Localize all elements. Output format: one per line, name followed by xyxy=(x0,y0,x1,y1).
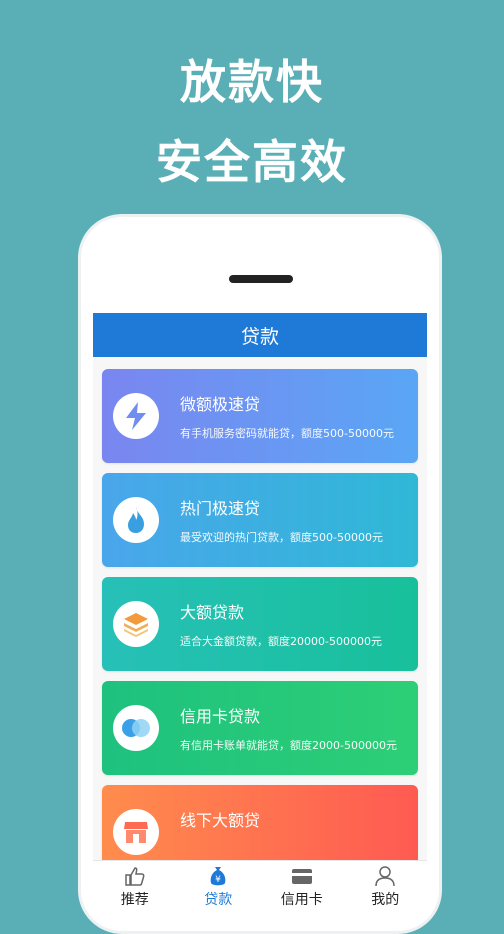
loan-card-large[interactable]: 大额贷款 适合大金额贷款，额度20000-500000元 xyxy=(102,577,418,671)
card-title: 微额极速贷 xyxy=(180,395,261,414)
tab-credit-card[interactable]: 信用卡 xyxy=(260,861,344,913)
yen-bag-icon: ¥ xyxy=(210,867,226,886)
tab-loans[interactable]: ¥ 贷款 xyxy=(177,861,261,913)
tab-mine[interactable]: 我的 xyxy=(344,861,428,913)
credit-card-icon xyxy=(291,869,312,884)
layers-icon xyxy=(113,601,159,647)
tab-label: 我的 xyxy=(371,892,400,908)
loan-card-credit-card[interactable]: 信用卡贷款 有信用卡账单就能贷，额度2000-500000元 xyxy=(102,681,418,775)
bottom-tab-bar: 推荐 ¥ 贷款 信用卡 我的 xyxy=(93,860,427,913)
card-desc: 最受欢迎的热门贷款，额度500-50000元 xyxy=(180,531,383,544)
phone-mockup: 贷款 微额极速贷 有手机服务密码就能贷，额度500-50000元 热门极速贷 最… xyxy=(78,214,442,934)
two-circles-icon xyxy=(113,705,159,751)
flame-icon xyxy=(113,497,159,543)
card-title: 大额贷款 xyxy=(180,603,245,622)
app-header: 贷款 xyxy=(93,313,427,357)
tab-recommend[interactable]: 推荐 xyxy=(93,861,177,913)
tab-label: 贷款 xyxy=(204,892,233,908)
card-desc: 有信用卡账单就能贷，额度2000-500000元 xyxy=(180,739,397,752)
user-icon xyxy=(375,866,395,887)
loan-card-hot[interactable]: 热门极速贷 最受欢迎的热门贷款，额度500-50000元 xyxy=(102,473,418,567)
store-icon xyxy=(113,809,159,855)
tab-label: 推荐 xyxy=(120,892,149,908)
phone-speaker xyxy=(229,275,293,283)
card-title: 线下大额贷 xyxy=(180,811,261,830)
loan-card-micro[interactable]: 微额极速贷 有手机服务密码就能贷，额度500-50000元 xyxy=(102,369,418,463)
loan-list: 微额极速贷 有手机服务密码就能贷，额度500-50000元 热门极速贷 最受欢迎… xyxy=(102,369,418,889)
lightning-icon xyxy=(113,393,159,439)
card-title: 热门极速贷 xyxy=(180,499,261,518)
card-title: 信用卡贷款 xyxy=(180,707,261,726)
headline-line-1: 放款快 xyxy=(180,55,324,109)
card-desc: 有手机服务密码就能贷，额度500-50000元 xyxy=(180,427,394,440)
svg-text:¥: ¥ xyxy=(215,875,221,885)
page-title: 贷款 xyxy=(240,325,279,348)
card-desc: 适合大金额贷款，额度20000-500000元 xyxy=(180,635,382,648)
headline-line-2: 安全高效 xyxy=(156,135,348,189)
tab-label: 信用卡 xyxy=(280,892,323,908)
thumbs-up-icon xyxy=(125,867,145,886)
app-screen: 贷款 微额极速贷 有手机服务密码就能贷，额度500-50000元 热门极速贷 最… xyxy=(93,313,427,913)
